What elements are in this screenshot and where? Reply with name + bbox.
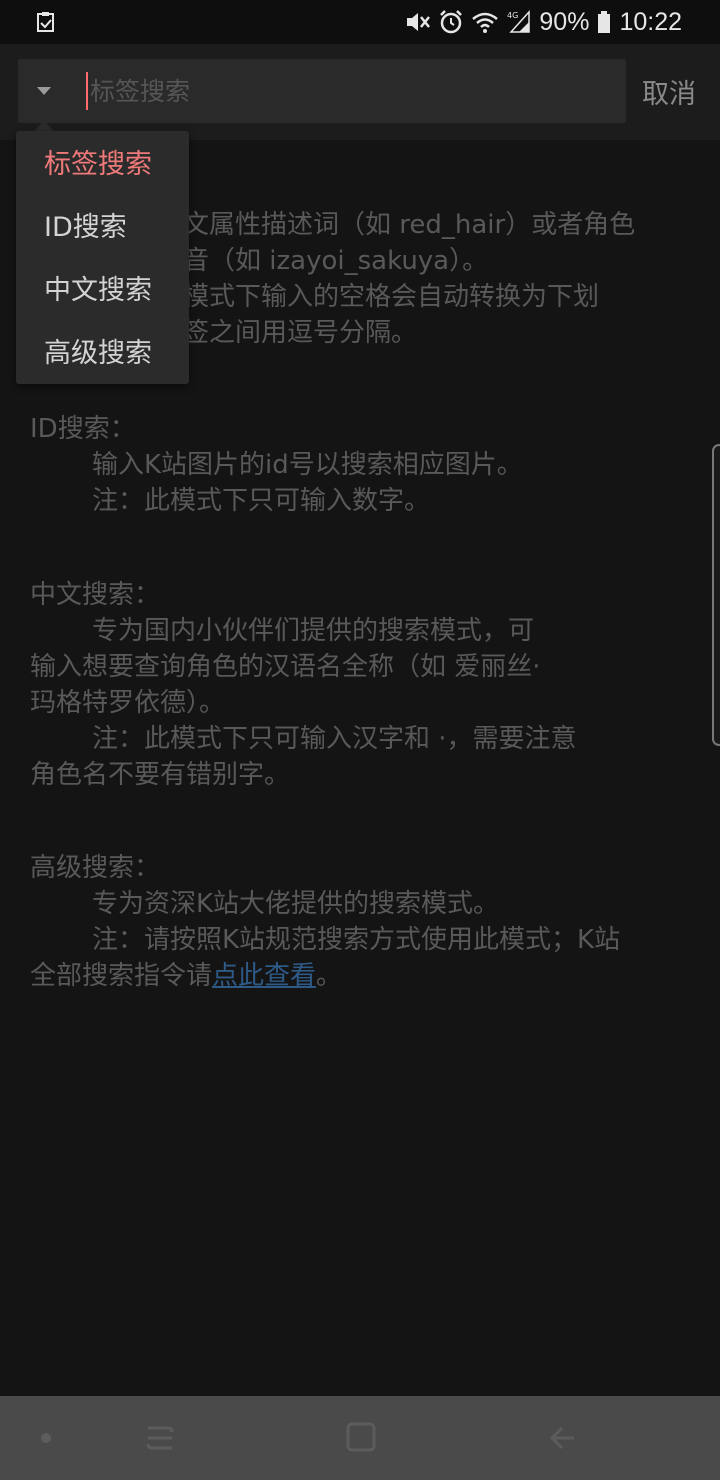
cancel-button[interactable]: 取消 <box>642 72 696 111</box>
help-text: 全部搜索指令请 <box>30 961 213 991</box>
help-text: 玛格特罗依德）。 <box>30 688 226 718</box>
help-text: 注：请按照K站规范搜索方式使用此模式；K站 <box>92 925 621 955</box>
dropdown-arrow-icon[interactable] <box>36 86 52 96</box>
search-toolbar: 取消 <box>0 44 720 140</box>
back-icon[interactable] <box>546 1422 578 1454</box>
mute-icon <box>407 13 431 31</box>
text-cursor <box>86 72 88 110</box>
dot-icon[interactable] <box>40 1432 52 1444</box>
svg-text:4G: 4G <box>507 11 518 20</box>
help-text: 输入K站图片的id号以搜索相应图片。 <box>92 450 523 480</box>
alarm-icon <box>440 10 463 34</box>
help-text: 注：此模式下只可输入数字。 <box>92 486 431 516</box>
help-text: 。 <box>316 961 343 991</box>
search-box[interactable] <box>18 59 626 123</box>
task-checkbox-icon <box>37 12 54 32</box>
battery-percent: 90% <box>539 7 590 36</box>
search-input[interactable] <box>90 59 610 123</box>
menu-item-tag-search[interactable]: 标签搜索 <box>16 133 189 196</box>
view-commands-link[interactable]: 点此查看 <box>212 961 316 991</box>
status-icons: 4G 90% 10:22 <box>405 6 682 38</box>
help-text: 注：此模式下只可输入汉字和 ·，需要注意 <box>92 724 577 754</box>
navigation-bar <box>0 1396 720 1480</box>
search-mode-dropdown: 标签搜索 ID搜索 中文搜索 高级搜索 <box>16 131 189 384</box>
scroll-edge-handle[interactable] <box>712 444 720 746</box>
menu-item-cn-search[interactable]: 中文搜索 <box>16 259 189 322</box>
help-text: 专为国内小伙伴们提供的搜索模式，可 <box>92 616 535 646</box>
menu-item-adv-search[interactable]: 高级搜索 <box>16 322 189 385</box>
clock: 10:22 <box>619 7 682 36</box>
section-title: 高级搜索： <box>30 853 161 883</box>
help-text: 专为资深K站大佬提供的搜索模式。 <box>92 889 500 919</box>
help-text: 输入想要查询角色的汉语名全称（如 爱丽丝· <box>30 652 541 682</box>
wifi-icon <box>472 12 499 33</box>
dropdown-pointer <box>34 121 54 131</box>
section-title: 中文搜索： <box>30 580 161 610</box>
battery-icon <box>598 11 611 33</box>
id-search-help: ID搜索： 输入K站图片的id号以搜索相应图片。 注：此模式下只可输入数字。 <box>30 411 700 519</box>
help-text-with-link: 全部搜索指令请点此查看。 <box>30 958 700 994</box>
cn-search-help: 中文搜索： 专为国内小伙伴们提供的搜索模式，可 输入想要查询角色的汉语名全称（如… <box>30 577 700 793</box>
adv-search-help: 高级搜索： 专为资深K站大佬提供的搜索模式。 注：请按照K站规范搜索方式使用此模… <box>30 850 700 994</box>
home-icon[interactable] <box>345 1421 377 1453</box>
section-title: ID搜索： <box>30 414 136 444</box>
recent-apps-icon[interactable] <box>144 1422 176 1454</box>
signal-4g-icon: 4G <box>507 10 531 33</box>
menu-item-id-search[interactable]: ID搜索 <box>16 196 189 259</box>
status-bar: 4G 90% 10:22 <box>0 0 720 44</box>
help-text: 角色名不要有错别字。 <box>30 760 291 790</box>
